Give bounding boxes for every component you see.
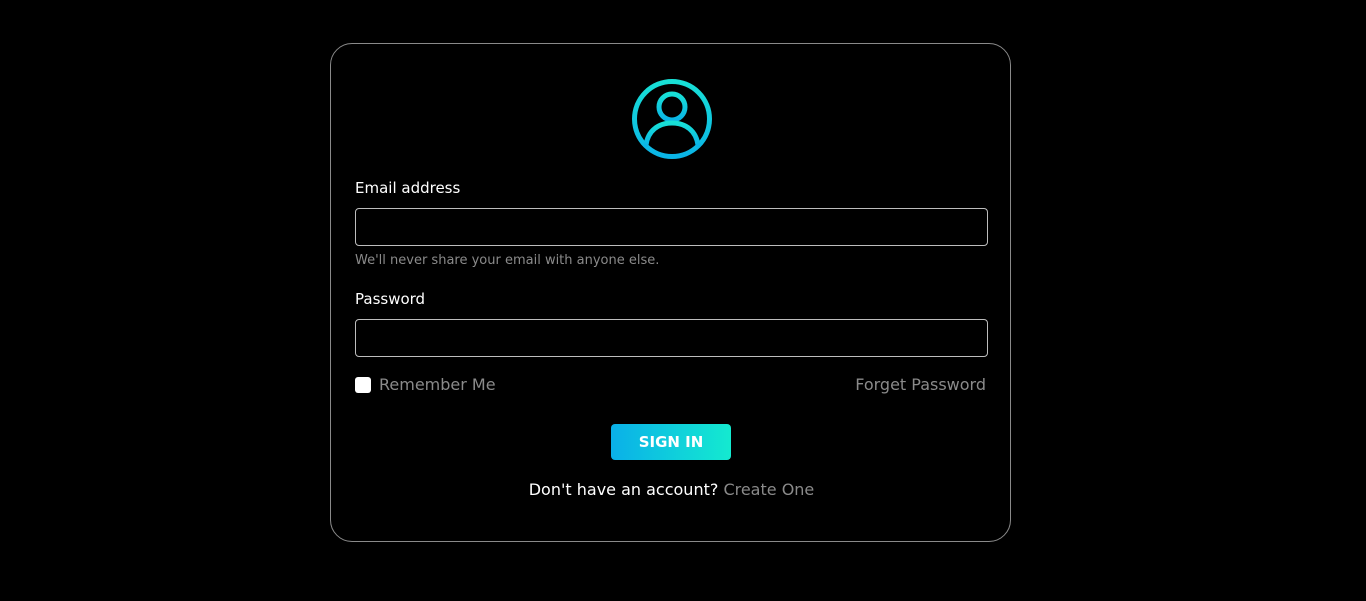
remember-me-label[interactable]: Remember Me (379, 375, 496, 395)
signup-prompt: Don't have an account? (528, 480, 724, 499)
signup-row: Don't have an account? Create One (331, 480, 1012, 500)
create-account-link[interactable]: Create One (723, 480, 814, 499)
email-label: Email address (355, 179, 461, 197)
user-circle-icon (632, 79, 712, 159)
email-help-text: We'll never share your email with anyone… (355, 253, 660, 268)
remember-me-checkbox[interactable] (355, 377, 371, 393)
password-label: Password (355, 290, 426, 308)
email-input[interactable] (355, 208, 988, 246)
login-card: Email address We'll never share your ema… (330, 43, 1011, 542)
sign-in-button[interactable]: SIGN IN (611, 424, 731, 460)
forgot-password-link[interactable]: Forget Password (855, 375, 986, 395)
password-input[interactable] (355, 319, 988, 357)
